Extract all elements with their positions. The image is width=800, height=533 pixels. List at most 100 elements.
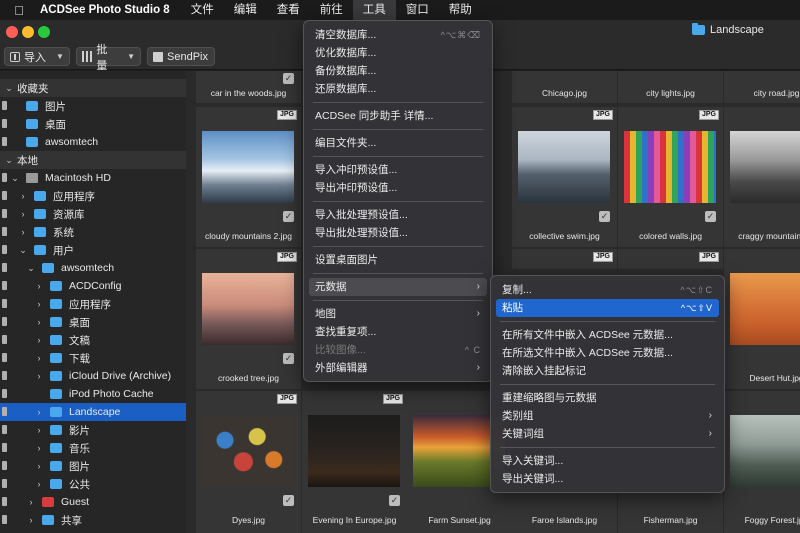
thumbnail-cell[interactable]: JPG ✓ Evening In Europe.jpg — [302, 391, 407, 533]
thumbnail-cell[interactable]: JPG ✓ cloudy mountains 2.jpg — [196, 107, 301, 247]
chevron-right-icon[interactable]: › — [18, 191, 28, 201]
menu-item-export-develop-presets[interactable]: 导出冲印预设值... — [309, 179, 487, 197]
thumbnail-cell[interactable]: craggy mountain.jpg — [724, 107, 800, 247]
menu-go[interactable]: 前往 — [310, 0, 353, 20]
thumbnail-cell[interactable]: JPG ✓ Foggy Forest.jpg — [724, 391, 800, 533]
menu-item-restore-database[interactable]: 还原数据库... — [309, 80, 487, 98]
menu-item-backup-database[interactable]: 备份数据库... — [309, 62, 487, 80]
checkbox-icon[interactable]: ✓ — [283, 73, 294, 84]
thumbnail-cell[interactable]: ✓ car in the woods.jpg — [196, 71, 301, 103]
import-button[interactable]: 导入 ▼ — [4, 47, 70, 66]
sidebar-item-awsomtech[interactable]: ⌄ awsomtech — [0, 259, 194, 277]
chevron-right-icon[interactable]: › — [34, 299, 44, 309]
menu-item-clear-embed-pending[interactable]: 清除嵌入挂起标记 — [496, 362, 719, 380]
chevron-down-icon[interactable]: ⌄ — [18, 245, 28, 256]
chevron-right-icon[interactable]: › — [34, 353, 44, 363]
sidebar-item-macintosh-hd[interactable]: ⌄ Macintosh HD — [0, 169, 194, 187]
chevron-right-icon[interactable]: › — [34, 479, 44, 489]
thumbnail-cell[interactable]: JPG ✓ Dyes.jpg — [196, 391, 301, 533]
thumbnail-cell[interactable]: Desert Hut.jpg — [724, 249, 800, 389]
menu-item-import-batch-presets[interactable]: 导入批处理预设值... — [309, 206, 487, 224]
menu-help[interactable]: 帮助 — [439, 0, 482, 20]
menu-item-category-sets[interactable]: 类别组 › — [496, 407, 719, 425]
sidebar-item-music[interactable]: › 音乐 — [0, 439, 194, 457]
sidebar-item-shared[interactable]: › 共享 — [0, 511, 194, 529]
sidebar-item-documents[interactable]: › 文稿 — [0, 331, 194, 349]
menu-item-paste-metadata[interactable]: 粘贴 ^⌥⇧V — [496, 299, 719, 317]
chevron-down-icon[interactable]: ⌄ — [10, 173, 20, 184]
chevron-right-icon[interactable]: › — [34, 281, 44, 291]
menu-file[interactable]: 文件 — [181, 0, 224, 20]
thumbnail-cell[interactable]: JPG ✓ crooked tree.jpg — [196, 249, 301, 389]
chevron-down-icon[interactable]: ⌄ — [26, 263, 36, 274]
chevron-right-icon[interactable]: › — [26, 497, 36, 507]
sidebar-item-users[interactable]: ⌄ 用户 — [0, 241, 194, 259]
close-window-button[interactable] — [6, 26, 18, 38]
checkbox-icon[interactable]: ✓ — [389, 495, 400, 506]
chevron-right-icon[interactable]: › — [18, 227, 28, 237]
menu-item-map[interactable]: 地图 › — [309, 305, 487, 323]
chevron-right-icon[interactable]: › — [18, 209, 28, 219]
batch-button[interactable]: 批量 ▼ — [76, 44, 141, 72]
menu-item-import-develop-presets[interactable]: 导入冲印预设值... — [309, 161, 487, 179]
menu-item-find-duplicates[interactable]: 查找重复项... — [309, 323, 487, 341]
menu-window[interactable]: 窗口 — [396, 0, 439, 20]
sidebar-item-icloud-drive[interactable]: › iCloud Drive (Archive) — [0, 367, 194, 385]
sidebar-item-user-applications[interactable]: › 应用程序 — [0, 295, 194, 313]
favorites-header[interactable]: ⌄ 收藏夹 — [0, 79, 194, 97]
checkbox-icon[interactable]: ✓ — [705, 211, 716, 222]
menu-item-catalog-folders[interactable]: 编目文件夹... — [309, 134, 487, 152]
menu-item-keyword-sets[interactable]: 关键词组 › — [496, 425, 719, 443]
thumbnail-cell[interactable]: city road.jpg — [724, 71, 800, 103]
thumbnail-cell[interactable]: Chicago.jpg — [512, 71, 617, 103]
sendpix-button[interactable]: SendPix — [147, 47, 215, 66]
thumbnail-cell[interactable]: city lights.jpg — [618, 71, 723, 103]
sidebar-item-downloads[interactable]: › 下载 — [0, 349, 194, 367]
menu-item-metadata[interactable]: 元数据 › — [309, 278, 487, 296]
chevron-right-icon[interactable]: › — [34, 425, 44, 435]
sidebar-item-library[interactable]: › 资源库 — [0, 205, 194, 223]
sidebar-item-favorite-desktop[interactable]: 桌面 — [0, 115, 194, 133]
sidebar-item-favorite-pictures[interactable]: 图片 — [0, 97, 194, 115]
chevron-right-icon[interactable]: › — [26, 515, 36, 525]
local-header[interactable]: ⌄ 本地 — [0, 151, 194, 169]
menu-item-optimize-database[interactable]: 优化数据库... — [309, 44, 487, 62]
menu-item-export-keywords[interactable]: 导出关键词... — [496, 470, 719, 488]
menu-item-rebuild-thumbnails[interactable]: 重建缩略图与元数据 — [496, 389, 719, 407]
sidebar-item-desktop[interactable]: › 桌面 — [0, 313, 194, 331]
sidebar-item-pictures[interactable]: › 图片 — [0, 457, 194, 475]
menu-item-embed-selected-files[interactable]: 在所选文件中嵌入 ACDSee 元数据... — [496, 344, 719, 362]
menu-view[interactable]: 查看 — [267, 0, 310, 20]
menu-item-sync-assistant[interactable]: ACDSee 同步助手 详情... — [309, 107, 487, 125]
sidebar-item-movies[interactable]: › 影片 — [0, 421, 194, 439]
chevron-right-icon[interactable]: › — [34, 407, 44, 417]
sidebar-item-acdconfig[interactable]: › ACDConfig — [0, 277, 194, 295]
checkbox-icon[interactable]: ✓ — [283, 353, 294, 364]
sidebar-item-guest[interactable]: › Guest — [0, 493, 194, 511]
sidebar-scrollbar[interactable] — [186, 71, 194, 533]
chevron-right-icon[interactable]: › — [34, 443, 44, 453]
menu-item-export-batch-presets[interactable]: 导出批处理预设值... — [309, 224, 487, 242]
menu-edit[interactable]: 编辑 — [224, 0, 267, 20]
checkbox-icon[interactable]: ✓ — [283, 495, 294, 506]
menu-item-copy-metadata[interactable]: 复制... ^⌥⇧C — [496, 281, 719, 299]
checkbox-icon[interactable]: ✓ — [283, 211, 294, 222]
minimize-window-button[interactable] — [22, 26, 34, 38]
thumbnail-cell[interactable]: JPG — [512, 249, 617, 269]
zoom-window-button[interactable] — [38, 26, 50, 38]
thumbnail-cell[interactable]: JPG ✓ collective swim.jpg — [512, 107, 617, 247]
menu-item-clear-database[interactable]: 清空数据库... ^⌥⌘⌫ — [309, 26, 487, 44]
app-menu[interactable]: ACDSee Photo Studio 8 — [38, 4, 181, 16]
chevron-right-icon[interactable]: › — [34, 461, 44, 471]
apple-icon[interactable]:  — [0, 3, 38, 18]
menu-item-set-desktop-picture[interactable]: 设置桌面图片 — [309, 251, 487, 269]
sidebar-item-landscape[interactable]: › Landscape — [0, 403, 194, 421]
sidebar-item-public[interactable]: › 公共 — [0, 475, 194, 493]
checkbox-icon[interactable]: ✓ — [599, 211, 610, 222]
menu-tools[interactable]: 工具 — [352, 0, 396, 20]
chevron-right-icon[interactable]: › — [34, 371, 44, 381]
sidebar-item-system[interactable]: › 系统 — [0, 223, 194, 241]
sidebar-item-favorite-awsomtech[interactable]: awsomtech — [0, 133, 194, 151]
thumbnail-cell[interactable]: JPG — [618, 249, 723, 269]
menu-item-embed-all-files[interactable]: 在所有文件中嵌入 ACDSee 元数据... — [496, 326, 719, 344]
